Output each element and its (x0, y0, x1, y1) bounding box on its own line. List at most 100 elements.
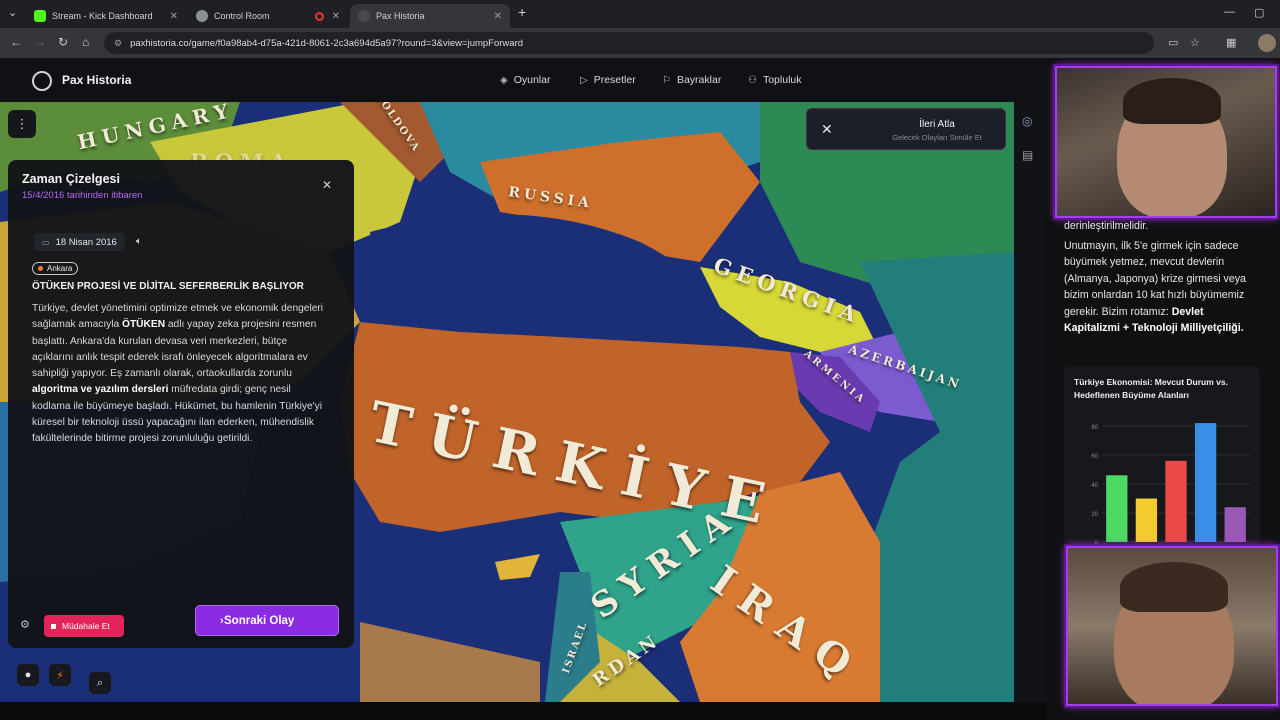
event-date-chip: ▭ 18 Nisan 2016 (34, 233, 125, 251)
skip-subtitle: Gelecek Olayları Simüle Et (892, 133, 982, 142)
intervene-label: Müdahale Et (62, 621, 110, 631)
document-icon[interactable]: ▤ (1022, 148, 1038, 164)
nav-label: Topluluk (762, 74, 802, 86)
nav-bayraklar[interactable]: ⚐ Bayraklar (662, 74, 721, 86)
play-icon: ▷ (580, 74, 588, 86)
nav-topluluk[interactable]: ⚇ Topluluk (748, 74, 802, 86)
tab-label: Pax Historia (376, 11, 425, 21)
close-timeline-button[interactable]: ✕ (322, 178, 332, 192)
webcam-top (1055, 66, 1277, 218)
skip-forward-panel: ✕ İleri Atla Gelecek Olayları Simüle Et (806, 108, 1006, 150)
tab-label: Stream - Kick Dashboard (52, 11, 153, 21)
sidebar-text: Unutmayın, ilk 5'e girmek için sadece bü… (1064, 238, 1260, 336)
lightning-icon: ⚡︎ (56, 669, 64, 682)
close-tab-icon[interactable]: ✕ (170, 11, 178, 22)
search-icon: ⌕ (96, 676, 104, 689)
nav-oyunlar[interactable]: ◈ Oyunlar (500, 74, 550, 86)
location-dot-icon (38, 266, 43, 271)
back-icon[interactable]: ← (10, 35, 22, 49)
map-menu-button[interactable]: ⋮ (8, 110, 36, 138)
tab-control-room[interactable]: Control Room ✕ (188, 4, 348, 28)
nav-label: Bayraklar (676, 74, 722, 86)
chat-button[interactable]: ● (17, 664, 39, 686)
y-tick-label: 0 (1095, 541, 1099, 544)
extensions-icon[interactable]: ▦ (1226, 36, 1236, 49)
event-date: 18 Nisan 2016 (55, 236, 117, 248)
y-tick-label: 60 (1091, 454, 1098, 460)
timeline-subtitle: 15/4/2016 tarihinden itibaren (22, 190, 143, 201)
chevron-right-icon: › (220, 614, 224, 627)
hair-shape (1123, 78, 1221, 124)
gamepad-icon: ◈ (500, 74, 508, 86)
event-body: Türkiye, devlet yönetimini optimize etme… (32, 301, 330, 448)
bar-chart: 0 20 40 60 80 (1091, 423, 1250, 544)
brand-name[interactable]: Pax Historia (62, 73, 131, 87)
skip-title[interactable]: İleri Atla (877, 119, 997, 130)
tab-kick-dashboard[interactable]: Stream - Kick Dashboard ✕ (26, 4, 186, 28)
webcam-bottom (1066, 546, 1278, 706)
browser-address-bar: ← → ↻ ⌂ ⚙ paxhistoria.co/game/f0a98ab4-d… (0, 28, 1280, 58)
tab-pax-historia[interactable]: Pax Historia ✕ (350, 4, 510, 28)
y-tick-label: 40 (1091, 483, 1098, 489)
body-bold: ÖTÜKEN (122, 319, 166, 331)
chart-bar (1135, 498, 1158, 542)
timeline-title: Zaman Çizelgesi (22, 172, 120, 186)
next-event-button[interactable]: › Sonraki Olay (195, 605, 339, 636)
home-icon[interactable]: ⌂ (82, 35, 89, 49)
map-side-rail: ◎ ▤ (1014, 102, 1046, 702)
timeline-panel: Zaman Çizelgesi 15/4/2016 tarihinden iti… (8, 160, 354, 648)
player-icon[interactable]: ◎ (1022, 114, 1038, 130)
profile-avatar[interactable] (1258, 34, 1276, 52)
sidebar-fragment: derinleştirilmelidir. (1064, 220, 1149, 232)
kick-icon (34, 10, 46, 22)
settings-icon[interactable]: ⚙ (20, 618, 30, 631)
intervene-button[interactable]: Müdahale Et (44, 615, 124, 637)
search-button[interactable]: ⌕ (89, 672, 111, 694)
flash-button[interactable]: ⚡︎ (49, 664, 71, 686)
recording-icon (315, 11, 324, 21)
tab-label: Control Room (214, 11, 270, 21)
pax-icon (358, 10, 370, 22)
site-info-icon[interactable]: ⚙ (114, 38, 122, 49)
browser-tab-bar: ⌄ Stream - Kick Dashboard ✕ Control Room… (0, 0, 1280, 28)
nav-label: Presetler (593, 74, 636, 86)
next-event-label: Sonraki Olay (224, 614, 295, 627)
tab-search-icon[interactable]: ⌄ (8, 6, 17, 19)
more-vertical-icon: ⋮ (15, 116, 29, 131)
forward-icon[interactable]: → (34, 35, 46, 49)
stop-icon (51, 623, 56, 629)
chart-bar (1165, 460, 1187, 542)
reload-icon[interactable]: ↻ (58, 35, 68, 49)
speaker-icon[interactable]: 🔈︎ (136, 236, 142, 247)
chart-bar (1194, 423, 1217, 542)
calendar-icon: ▭ (42, 237, 50, 247)
hair-shape (1120, 562, 1228, 612)
chart-bar (1106, 475, 1128, 542)
chat-icon: ● (24, 669, 32, 681)
close-tab-icon[interactable]: ✕ (494, 11, 502, 22)
location-badge: Ankara (32, 262, 79, 275)
flag-icon: ⚐ (662, 74, 671, 86)
y-tick-label: 20 (1091, 512, 1098, 518)
new-tab-icon[interactable]: + (518, 4, 526, 20)
y-tick-label: 80 (1091, 425, 1098, 431)
event-headline: ÖTÜKEN PROJESİ VE DİJİTAL SEFERBERLİK BA… (32, 281, 304, 292)
nav-label: Oyunlar (513, 74, 551, 86)
pax-logo-icon[interactable] (32, 71, 52, 91)
location-label: Ankara (47, 264, 73, 273)
app-header: Pax Historia ◈ Oyunlar ▷ Presetler ⚐ Bay… (0, 58, 1050, 102)
install-icon[interactable]: ▭ (1168, 36, 1178, 49)
maximize-icon[interactable]: ▢ (1254, 6, 1264, 19)
sidebar-body: Unutmayın, ilk 5'e girmek için sadece bü… (1064, 240, 1246, 318)
close-tab-icon[interactable]: ✕ (332, 11, 340, 22)
users-icon: ⚇ (748, 74, 757, 86)
close-skip-button[interactable]: ✕ (821, 121, 833, 138)
body-bold: algoritma ve yazılım dersleri (32, 384, 169, 396)
chart-bar (1224, 507, 1246, 542)
url-text: paxhistoria.co/game/f0a98ab4-d75a-421d-8… (130, 37, 524, 49)
economy-chart-card: Türkiye Ekonomisi: Mevcut Durum vs. Hede… (1064, 366, 1260, 544)
url-field[interactable]: ⚙ paxhistoria.co/game/f0a98ab4-d75a-421d… (104, 32, 1154, 54)
nav-presetler[interactable]: ▷ Presetler (580, 74, 636, 86)
bookmark-star-icon[interactable]: ☆ (1190, 36, 1200, 49)
minimize-icon[interactable]: — (1224, 6, 1235, 18)
